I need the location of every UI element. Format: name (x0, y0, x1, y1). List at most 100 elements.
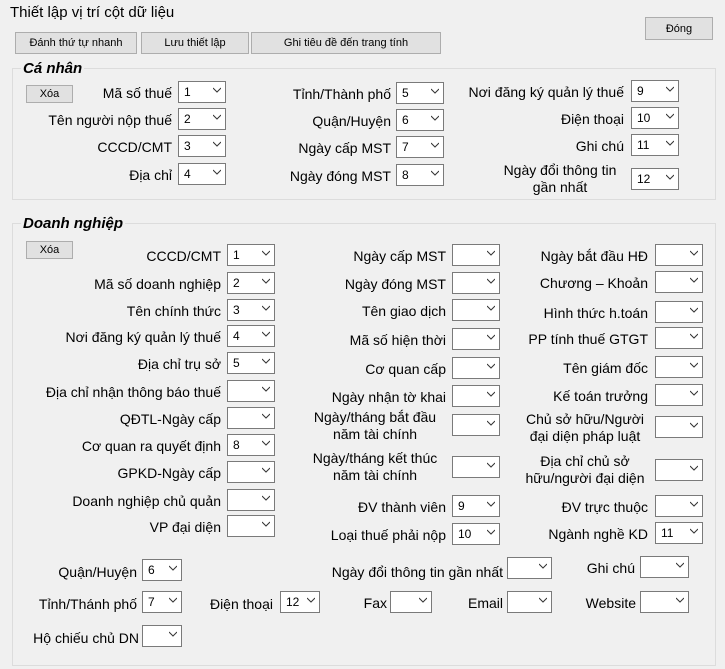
dn-label-chu-so-huu: Chủ sở hữu/Người đại diện pháp luật (525, 411, 645, 444)
dn-ten-chinh-thuc-select[interactable]: 3 (227, 299, 275, 321)
chevron-down-icon (431, 170, 439, 176)
dn-label-fax: Fax (363, 595, 387, 611)
dn-label-ket-thuc-nam-tc: Ngày/tháng kết thúc năm tài chính (312, 450, 438, 483)
quick-number-button[interactable]: Đánh thứ tự nhanh (15, 32, 137, 54)
dn-ten-giam-doc-select[interactable] (655, 356, 703, 378)
dn-ke-toan-truong-select[interactable] (655, 384, 703, 406)
dn-label-loai-thue: Loại thuế phải nộp (330, 527, 446, 543)
noi-dang-ky-select[interactable]: 9 (631, 80, 679, 102)
dn-co-quan-ra-qd-select[interactable]: 8 (227, 434, 275, 456)
chevron-down-icon (169, 597, 177, 603)
dn-ho-chieu-select[interactable] (142, 625, 182, 647)
chevron-down-icon (487, 278, 495, 284)
label-dia-chi: Địa chỉ (129, 167, 172, 183)
dn-chu-quan-select[interactable] (227, 489, 275, 511)
dn-label-co-quan-cap: Cơ quan cấp (365, 361, 446, 377)
dn-label-email: Email (467, 595, 503, 611)
ngay-doi-thong-tin-select[interactable]: 12 (631, 168, 679, 190)
ca-nhan-clear-button[interactable]: Xóa (26, 85, 73, 103)
dn-cccd-select[interactable]: 1 (227, 244, 275, 266)
dn-ten-giao-dich-select[interactable] (452, 299, 500, 321)
ma-so-thue-select[interactable]: 1 (178, 81, 226, 103)
dn-ma-so-select[interactable]: 2 (227, 272, 275, 294)
dn-quan-huyen-select[interactable]: 6 (142, 559, 182, 581)
dn-website-select[interactable] (640, 591, 689, 613)
dn-loai-thue-select[interactable]: 10 (452, 523, 500, 545)
dn-noi-dang-ky-select[interactable]: 4 (227, 325, 275, 347)
dn-vp-dai-dien-select[interactable] (227, 515, 275, 537)
dn-dv-thanh-vien-select[interactable]: 9 (452, 495, 500, 517)
dn-nganh-nghe-kd-select[interactable]: 11 (655, 522, 703, 544)
dn-co-quan-cap-select[interactable] (452, 357, 500, 379)
doanh-nghiep-title: Doanh nghiệp (21, 215, 125, 232)
label-ngay-cap-mst: Ngày cấp MST (298, 140, 391, 156)
chevron-down-icon (487, 334, 495, 340)
dn-ngay-nhan-to-khai-select[interactable] (452, 385, 500, 407)
dn-label-ngay-doi-thong-tin: Ngày đổi thông tin gần nhất (331, 564, 503, 580)
doanh-nghiep-clear-button[interactable]: Xóa (26, 241, 73, 259)
chevron-down-icon (262, 278, 270, 284)
chevron-down-icon (213, 114, 221, 120)
ngay-cap-mst-select[interactable]: 7 (396, 136, 444, 158)
ngay-dong-mst-select[interactable]: 8 (396, 164, 444, 186)
ten-nguoi-nop-thue-select[interactable]: 2 (178, 108, 226, 130)
dn-gpkd-select[interactable] (227, 461, 275, 483)
dn-dien-thoai-select[interactable]: 12 (280, 591, 320, 613)
ca-nhan-title: Cá nhân (21, 60, 85, 77)
dn-bat-dau-nam-tc-select[interactable] (452, 414, 500, 436)
dn-email-select[interactable] (507, 591, 552, 613)
dn-pp-tinh-thue-select[interactable] (655, 327, 703, 349)
ghi-chu-select[interactable]: 11 (631, 134, 679, 156)
chevron-down-icon (262, 440, 270, 446)
chevron-down-icon (262, 358, 270, 364)
dn-ngay-dong-mst-select[interactable] (452, 272, 500, 294)
dn-tinh-thanh-pho-select[interactable]: 7 (142, 591, 182, 613)
label-cccd-cmt: CCCD/CMT (97, 139, 172, 155)
chevron-down-icon (666, 113, 674, 119)
dn-label-ten-giam-doc: Tên giám đốc (563, 360, 648, 376)
dien-thoai-select[interactable]: 10 (631, 107, 679, 129)
chevron-down-icon (487, 501, 495, 507)
dn-label-quan-huyen: Quận/Huyện (58, 564, 137, 580)
dn-label-co-quan-ra-qd: Cơ quan ra quyết định (81, 438, 221, 454)
chevron-down-icon (487, 250, 495, 256)
dn-hinh-thuc-htoan-select[interactable] (655, 301, 703, 323)
dn-fax-select[interactable] (390, 591, 432, 613)
dn-ngay-doi-thong-tin-select[interactable] (507, 557, 552, 579)
dn-label-dv-thanh-vien: ĐV thành viên (358, 499, 446, 515)
dn-label-dia-chi-tru-so: Địa chỉ trụ sở (137, 356, 221, 372)
tinh-thanh-pho-select[interactable]: 5 (396, 82, 444, 104)
dn-label-ke-toan-truong: Kế toán trưởng (553, 388, 648, 404)
dn-dia-chi-nhan-tb-select[interactable] (227, 380, 275, 402)
label-ngay-dong-mst: Ngày đóng MST (289, 168, 391, 184)
write-header-button[interactable]: Ghi tiêu đề đến trang tính (251, 32, 441, 54)
dia-chi-select[interactable]: 4 (178, 163, 226, 185)
dn-ma-so-hien-thoi-select[interactable] (452, 328, 500, 350)
label-ghi-chu: Ghi chú (575, 138, 624, 154)
save-settings-button[interactable]: Lưu thiết lập (141, 32, 249, 54)
dn-chu-so-huu-select[interactable] (655, 416, 703, 438)
dn-ket-thuc-nam-tc-select[interactable] (452, 456, 500, 478)
chevron-down-icon (690, 422, 698, 428)
chevron-down-icon (487, 529, 495, 535)
dn-ngay-cap-mst-select[interactable] (452, 244, 500, 266)
dn-label-pp-tinh-thue: PP tính thuế GTGT (528, 331, 648, 347)
dn-dv-truc-thuoc-select[interactable] (655, 495, 703, 517)
dn-dia-chi-chu-so-huu-select[interactable] (655, 459, 703, 481)
dn-chuong-khoan-select[interactable] (655, 271, 703, 293)
close-button[interactable]: Đóng (645, 17, 713, 40)
quan-huyen-select[interactable]: 6 (396, 109, 444, 131)
dn-ngay-bat-dau-hd-select[interactable] (655, 244, 703, 266)
dn-qdtl-select[interactable] (227, 407, 275, 429)
chevron-down-icon (690, 390, 698, 396)
dn-ghi-chu-select[interactable] (640, 556, 689, 578)
dn-dia-chi-tru-so-select[interactable]: 5 (227, 352, 275, 374)
chevron-down-icon (666, 86, 674, 92)
cccd-cmt-select[interactable]: 3 (178, 135, 226, 157)
chevron-down-icon (487, 363, 495, 369)
dn-label-ngay-cap-mst: Ngày cấp MST (353, 248, 446, 264)
label-ma-so-thue: Mã số thuế (102, 85, 172, 101)
dn-label-ngay-bat-dau-hd: Ngày bắt đầu HĐ (540, 248, 648, 264)
dn-label-dien-thoai: Điện thoại (209, 596, 273, 612)
dn-label-cccd: CCCD/CMT (146, 248, 221, 264)
